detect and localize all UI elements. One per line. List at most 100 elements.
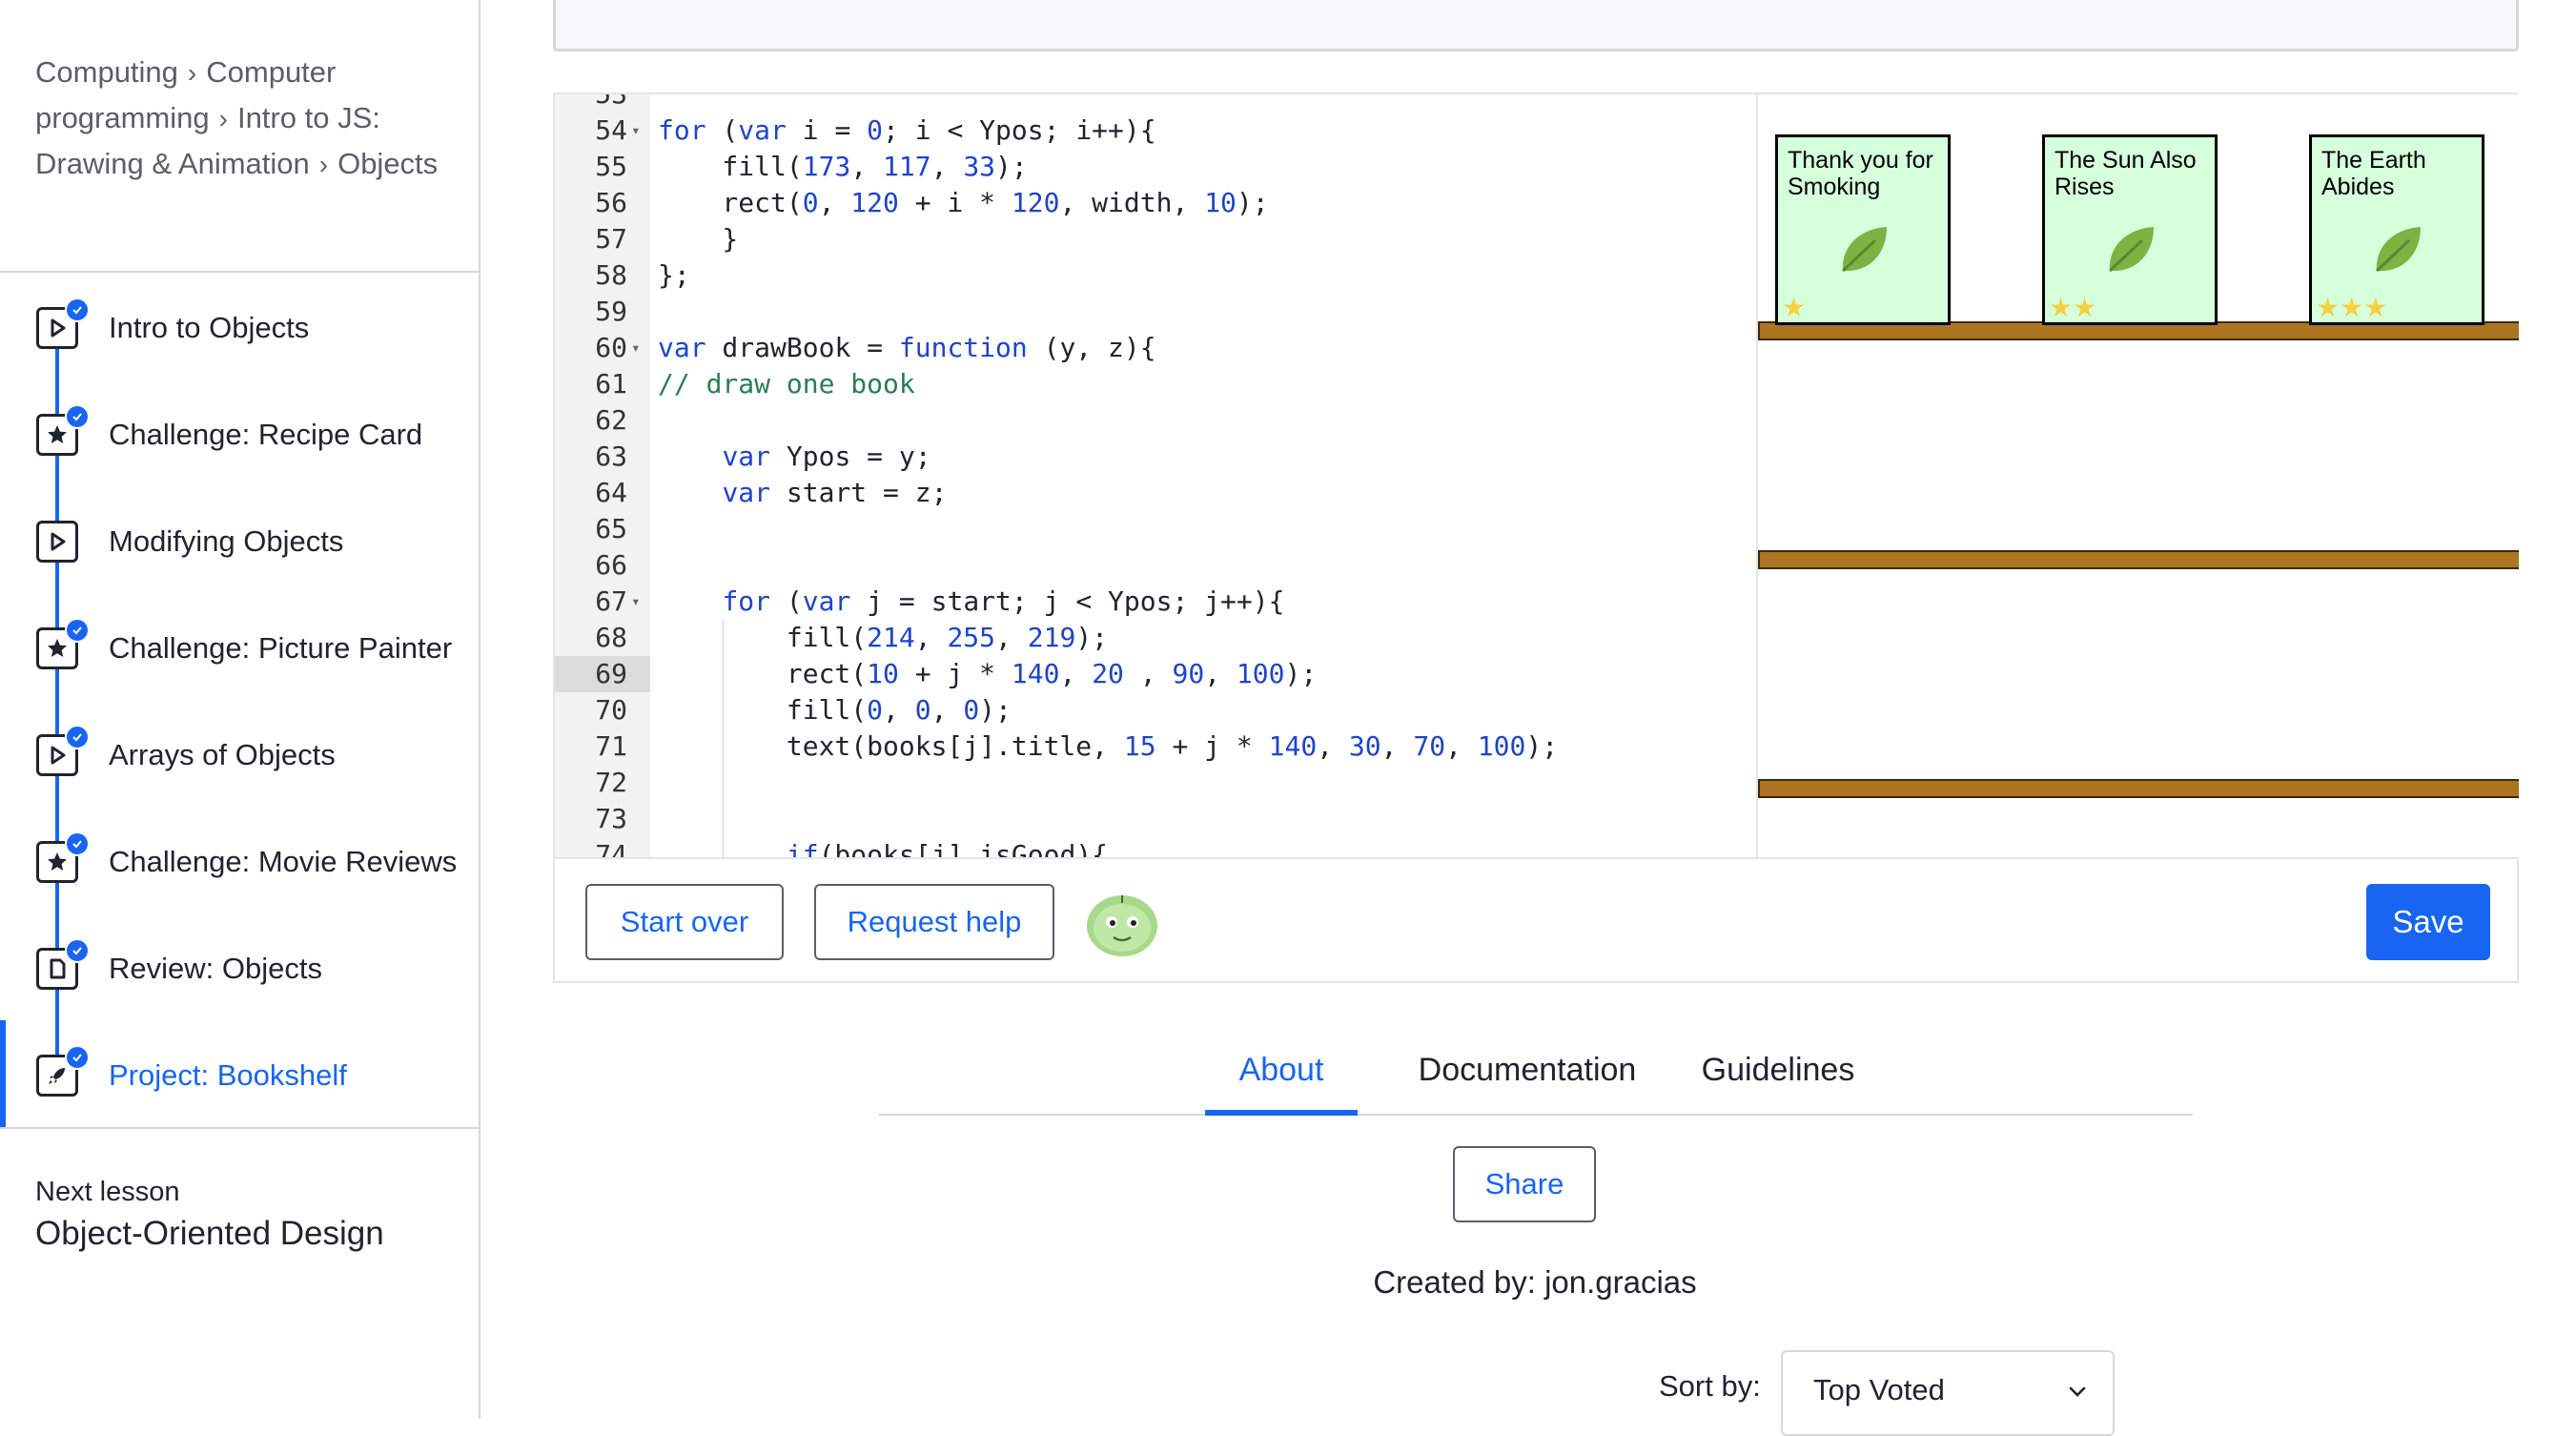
code-line[interactable]: 61 // draw one book (555, 366, 1756, 402)
code-text: fill(0, 0, 0); (658, 694, 1012, 726)
sidebar-item-lesson[interactable]: Challenge: Recipe Card (0, 380, 479, 486)
code-line[interactable]: 73 (555, 801, 1756, 837)
line-number: 61 (595, 368, 627, 400)
sidebar: Computing › Computer programming › Intro to … (0, 0, 480, 1419)
code-text: text(books[j].title, 15 + j * 140, 30, 7… (658, 730, 1559, 762)
next-lesson-title[interactable]: Object-Oriented Design (35, 1213, 384, 1255)
sidebar-item-lesson[interactable]: Challenge: Movie Reviews (0, 807, 479, 913)
code-line[interactable]: 74 if(books[j].isGood){ (555, 837, 1756, 857)
sidebar-item-lesson[interactable]: Modifying Objects (0, 486, 479, 593)
created-by: Created by: jon.gracias (1373, 1264, 1697, 1300)
line-number: 60 (595, 332, 627, 363)
code-text: fill(173, 117, 33); (658, 151, 1028, 182)
breadcrumb-objects[interactable]: Objects (337, 147, 438, 180)
leaf-icon (2108, 227, 2154, 273)
sidebar-item-lesson[interactable]: Review: Objects (0, 913, 479, 1020)
sidebar-item-lesson[interactable]: Project: Bookshelf (0, 1020, 479, 1127)
book-title: Thank you for Smoking (1788, 147, 1933, 200)
code-line[interactable]: 66 (555, 547, 1756, 584)
code-text: rect(0, 120 + i * 120, width, 10); (658, 187, 1269, 218)
next-lesson-caption: Next lesson (35, 1177, 180, 1207)
code-text: var start = z; (722, 477, 948, 508)
code-text: rect(10 + j * 140, 20 , 90, 100); (658, 658, 1318, 689)
project-tabs: About Documentation Guidelines (879, 1039, 2193, 1116)
code-line[interactable]: 63 var Ypos = y; (555, 439, 1756, 475)
code-text: // draw one book (658, 368, 915, 400)
line-number: 68 (595, 622, 627, 653)
code-line[interactable]: 68 fill(214, 255, 219); (555, 620, 1756, 656)
indent-guide (723, 620, 724, 857)
line-number: 67 (595, 585, 627, 617)
line-number: 66 (595, 549, 627, 581)
sidebar-item-label: Challenge: Movie Reviews (109, 845, 458, 878)
code-text: var Ypos = y; (722, 441, 931, 472)
line-number: 58 (595, 259, 627, 291)
code-line[interactable]: 56 rect(0, 120 + i * 120, width, 10); (555, 185, 1756, 221)
tab-active-indicator (1205, 1110, 1358, 1116)
code-text: if(books[j].isGood){ (786, 839, 1109, 857)
code-editor[interactable]: 5354▾for (var i = 0; i < Ypos; i++){55 f… (555, 94, 1756, 857)
code-line[interactable]: 53 (555, 94, 1756, 113)
fold-arrow-icon[interactable]: ▾ (631, 330, 641, 366)
book-title: The Earth Abides (2321, 147, 2426, 200)
sidebar-item-lesson[interactable]: Challenge: Picture Painter (0, 593, 479, 700)
code-line[interactable]: 65 (555, 511, 1756, 547)
code-line[interactable]: 60 ▾ var drawBook = function (y, z){ (555, 330, 1756, 366)
code-line[interactable]: 59 (555, 294, 1756, 330)
shelf (1758, 550, 2519, 569)
book: The Sun Also Rises ★★ (2042, 134, 2218, 325)
breadcrumb: Computing › Computer programming › Intro to … (35, 50, 455, 187)
code-line[interactable]: 62 (555, 402, 1756, 439)
code-text: for (var i = 0; i < Ypos; i++){ (658, 114, 1156, 146)
top-panel (553, 0, 2519, 51)
tab-documentation[interactable]: Documentation (1384, 1039, 1670, 1114)
check-icon (65, 297, 90, 322)
code-line[interactable]: 54 ▾ for (var i = 0; i < Ypos; i++){ (555, 113, 1756, 149)
line-number: 54 (595, 114, 627, 146)
sort-select-value: Top Voted (1813, 1373, 1945, 1406)
code-text: for (var j = start; j < Ypos; j++){ (722, 585, 1285, 617)
request-help-button[interactable]: Request help (814, 884, 1054, 960)
sidebar-item-lesson[interactable]: Arrays of Objects (0, 700, 479, 807)
sidebar-item-lesson[interactable]: Intro to Objects (0, 273, 479, 380)
sort-label: Sort by: (1659, 1369, 1761, 1403)
share-button[interactable]: Share (1453, 1146, 1596, 1222)
sidebar-item-label: Review: Objects (109, 952, 322, 985)
code-line[interactable]: 67 ▾ for (var j = start; j < Ypos; j++){ (555, 584, 1756, 620)
line-number: 63 (595, 441, 627, 472)
next-lesson[interactable]: Next lesson Object-Oriented Design (35, 1175, 384, 1255)
book: Thank you for Smoking ★ (1775, 134, 1951, 325)
code-line[interactable]: 69 rect(10 + j * 140, 20 , 90, 100); (555, 656, 1756, 692)
sort-select[interactable]: Top Voted (1781, 1350, 2115, 1436)
sidebar-item-label: Arrays of Objects (109, 738, 336, 771)
leaf-icon (2375, 227, 2421, 273)
line-number: 72 (595, 767, 627, 798)
code-line[interactable]: 71 text(books[j].title, 15 + j * 140, 30… (555, 728, 1756, 765)
code-text: }; (658, 259, 690, 291)
star-rating: ★★★ (2316, 293, 2388, 322)
save-button[interactable]: Save (2366, 884, 2490, 960)
tab-about[interactable]: About (1205, 1039, 1358, 1116)
start-over-button[interactable]: Start over (585, 884, 784, 960)
breadcrumb-computing[interactable]: Computing (35, 55, 178, 89)
code-line[interactable]: 55 fill(173, 117, 33); (555, 149, 1756, 185)
editor-frame: 5354▾for (var i = 0; i < Ypos; i++){55 f… (553, 92, 2519, 983)
fold-arrow-icon[interactable]: ▾ (631, 584, 641, 620)
check-icon (65, 618, 90, 643)
code-line[interactable]: 64 var start = z; (555, 475, 1756, 511)
line-number: 55 (595, 151, 627, 182)
line-number: 64 (595, 477, 627, 508)
tab-guidelines[interactable]: Guidelines (1678, 1039, 1878, 1114)
code-line[interactable]: 70 fill(0, 0, 0); (555, 692, 1756, 728)
code-line[interactable]: 58}; (555, 257, 1756, 294)
check-icon (65, 831, 90, 856)
avatar[interactable] (1085, 890, 1159, 958)
code-line[interactable]: 72 (555, 765, 1756, 801)
breadcrumb-separator: › (187, 58, 197, 88)
code-line[interactable]: 57 } (555, 221, 1756, 257)
line-number: 53 (555, 94, 627, 113)
fold-arrow-icon[interactable]: ▾ (631, 113, 641, 149)
line-number: 65 (595, 513, 627, 544)
sidebar-item-label: Intro to Objects (109, 311, 310, 344)
chevron-down-icon (2069, 1386, 2086, 1397)
